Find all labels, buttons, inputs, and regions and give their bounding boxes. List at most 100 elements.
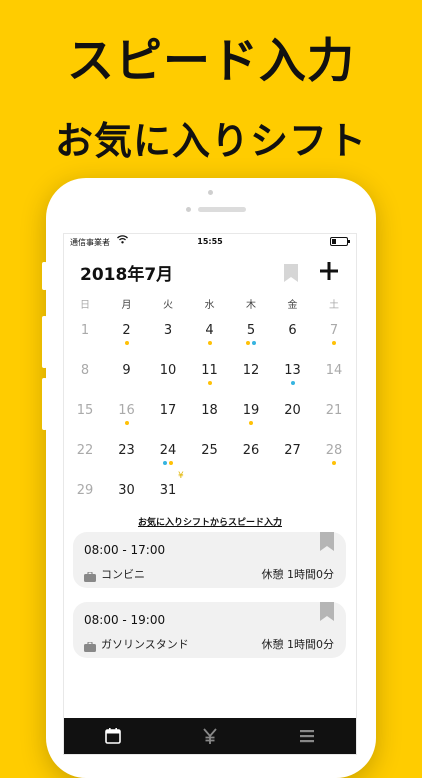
- app-screen: 通信事業者 15:55 2018年7月 日月火水木金土 1 2 3 4 5 6 7 8 9 10 1…: [63, 233, 357, 755]
- calendar-day[interactable]: 26: [231, 443, 271, 458]
- calendar-day[interactable]: 10: [148, 363, 188, 378]
- calendar-day[interactable]: 13: [273, 363, 313, 385]
- calendar-day[interactable]: 17: [148, 403, 188, 418]
- favorite-shift-card[interactable]: 08:00 - 19:00 ガソリンスタンド 休憩 1時間0分: [73, 602, 346, 658]
- headline-favorite-shift: お気に入りシフト: [54, 119, 367, 163]
- favorite-shift-speed-input-link[interactable]: お気に入りシフトからスピード入力: [64, 515, 356, 528]
- shift-indicator-dots: [273, 381, 313, 385]
- calendar-day[interactable]: 29: [65, 483, 105, 498]
- favorite-shift-card[interactable]: 08:00 - 17:00 コンビニ 休憩 1時間0分: [73, 532, 346, 588]
- calendar-day[interactable]: 4: [190, 323, 230, 345]
- calendar-day[interactable]: 22: [65, 443, 105, 458]
- day-number: 18: [201, 403, 218, 418]
- shift-break: 休憩 1時間0分: [261, 638, 335, 651]
- headline-speed-input: スピード入力: [67, 34, 355, 89]
- shift-workplace: ガソリンスタンド: [101, 638, 189, 651]
- calendar-day[interactable]: 6: [273, 323, 313, 338]
- day-number: 14: [325, 363, 343, 378]
- weekday-label: 月: [121, 300, 132, 311]
- calendar-day[interactable]: 5: [231, 323, 271, 345]
- shift-dot-blue: [252, 341, 256, 345]
- volume-down-button: [42, 378, 47, 430]
- day-number: 23: [118, 443, 135, 458]
- day-number: 16: [118, 403, 135, 418]
- month-title: 2018年7月: [80, 265, 174, 285]
- calendar-day[interactable]: 7: [314, 323, 354, 345]
- calendar-day[interactable]: 1: [65, 323, 105, 338]
- yen-icon[interactable]: [200, 726, 220, 746]
- calendar-day-today[interactable]: 11: [190, 354, 230, 386]
- shift-indicator-dots: [231, 421, 271, 425]
- day-number: 24: [159, 443, 177, 458]
- shift-dot-yellow: [332, 341, 336, 345]
- yen-marker-icon: ¥: [178, 471, 184, 481]
- mute-switch: [42, 262, 47, 290]
- day-number: 12: [242, 363, 260, 378]
- shift-break: 休憩 1時間0分: [261, 568, 335, 581]
- calendar-day[interactable]: 16: [107, 403, 147, 425]
- day-number: 29: [76, 483, 94, 498]
- tab-bar: [64, 718, 356, 754]
- add-shift-button[interactable]: [316, 258, 342, 284]
- bookmark-icon[interactable]: [320, 532, 334, 555]
- day-number: 7: [329, 323, 339, 338]
- camera-dot: [186, 207, 191, 212]
- weekday-label: 木: [246, 300, 256, 311]
- calendar-day[interactable]: 27: [273, 443, 313, 458]
- calendar-day[interactable]: 23: [107, 443, 147, 458]
- calendar-day[interactable]: 2: [107, 323, 147, 345]
- weekday-label: 土: [329, 300, 339, 311]
- shift-dot-yellow: [246, 341, 250, 345]
- bookmark-icon[interactable]: [284, 264, 298, 286]
- calendar-day[interactable]: 15: [65, 403, 105, 418]
- status-bar: 通信事業者 15:55: [64, 234, 356, 250]
- calendar-icon[interactable]: [103, 726, 123, 746]
- calendar-day[interactable]: 19: [231, 403, 271, 425]
- sensor-dot: [208, 190, 213, 195]
- calendar-day[interactable]: 8: [65, 363, 105, 378]
- day-number: 11: [201, 363, 218, 378]
- day-number: 20: [284, 403, 301, 418]
- shift-indicator-dots: [314, 461, 354, 465]
- calendar-day[interactable]: 3: [148, 323, 188, 338]
- day-number: 8: [80, 363, 90, 378]
- power-button: [371, 314, 376, 366]
- shift-workplace: コンビニ: [101, 568, 145, 581]
- calendar-day[interactable]: 25: [190, 443, 230, 458]
- calendar-day[interactable]: 21: [314, 403, 354, 418]
- status-time: 15:55: [197, 237, 223, 246]
- day-number: 10: [159, 363, 177, 378]
- shift-indicator-dots: [107, 341, 147, 345]
- volume-up-button: [42, 316, 47, 368]
- calendar-day[interactable]: 31: [148, 483, 188, 498]
- calendar-day[interactable]: 20: [273, 403, 313, 418]
- shift-dot-yellow: [332, 461, 336, 465]
- day-number: 4: [205, 323, 214, 338]
- weekday-label: 金: [287, 300, 298, 311]
- calendar-day[interactable]: 24: [148, 443, 188, 465]
- menu-icon[interactable]: [297, 726, 317, 746]
- calendar-day[interactable]: 28: [314, 443, 354, 465]
- day-number: 3: [163, 323, 173, 338]
- shift-indicator-dots: [190, 341, 230, 345]
- day-number: 9: [122, 363, 131, 378]
- day-number: 19: [242, 403, 260, 418]
- day-number: 22: [76, 443, 94, 458]
- calendar-day[interactable]: 9: [107, 363, 147, 378]
- day-number: 17: [159, 403, 177, 418]
- calendar-day[interactable]: 30: [107, 483, 147, 498]
- weekday-label: 水: [204, 300, 215, 311]
- day-number: 6: [288, 323, 297, 338]
- shift-indicator-dots: [231, 341, 271, 345]
- weekday-label: 日: [80, 300, 90, 311]
- day-number: 13: [284, 363, 301, 378]
- calendar-day[interactable]: 18: [190, 403, 230, 418]
- weekday-label: 火: [163, 300, 173, 311]
- shift-dot-yellow: [169, 461, 173, 465]
- bookmark-icon[interactable]: [320, 602, 334, 625]
- calendar-day[interactable]: 14: [314, 363, 354, 378]
- shift-dot-yellow: [249, 421, 253, 425]
- shift-time: 08:00 - 19:00: [84, 613, 166, 627]
- shift-indicator-dots: [314, 341, 354, 345]
- calendar-day[interactable]: 12: [231, 363, 271, 378]
